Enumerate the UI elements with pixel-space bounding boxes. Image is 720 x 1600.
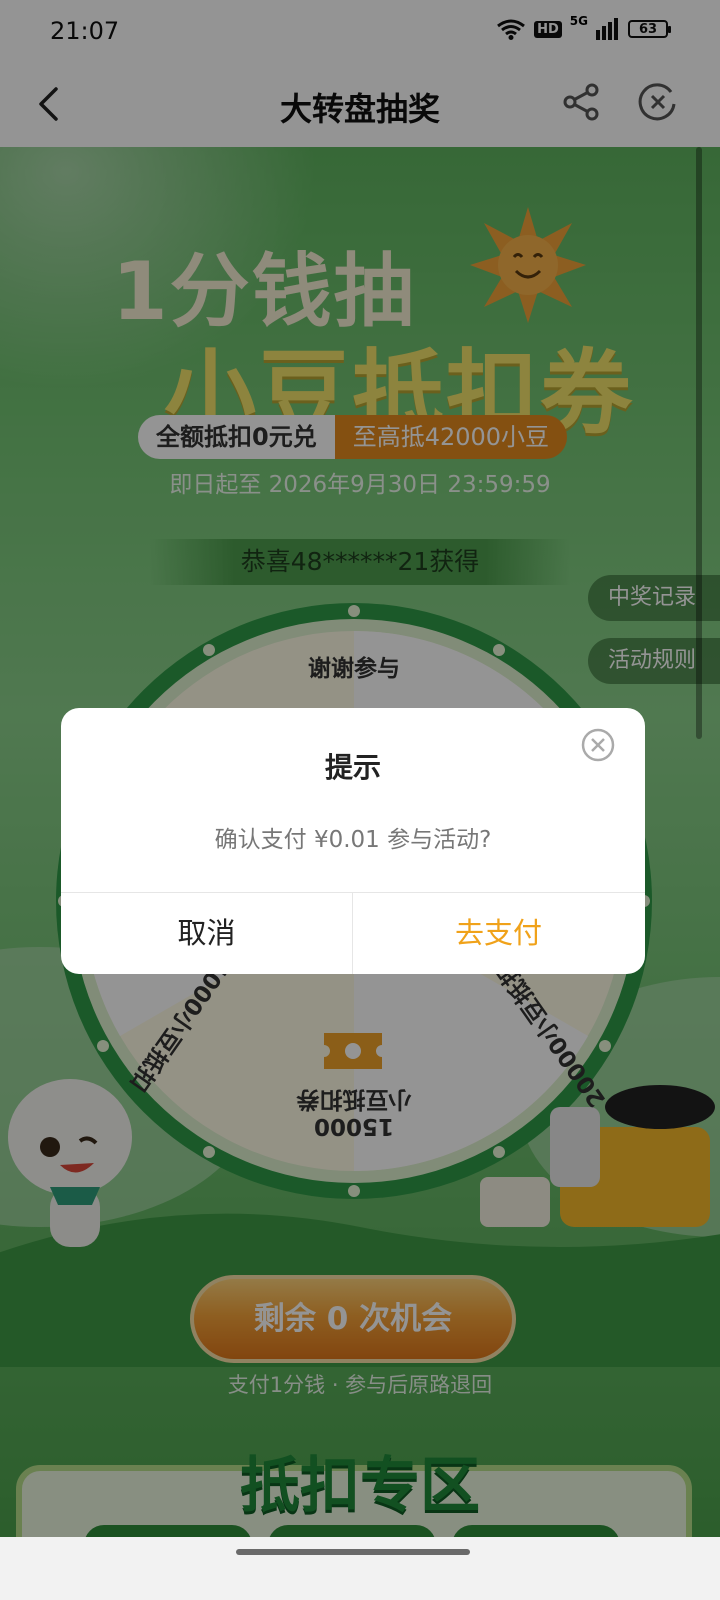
- dialog-message: 确认支付 ¥0.01 参与活动?: [214, 827, 492, 853]
- pay-button[interactable]: 去支付: [353, 893, 644, 974]
- cancel-button[interactable]: 取消: [61, 893, 352, 974]
- payment-confirm-dialog: 提示 确认支付 ¥0.01 参与活动? 取消 去支付: [61, 708, 645, 974]
- home-indicator[interactable]: [236, 1549, 470, 1555]
- dialog-title: 提示: [324, 751, 381, 784]
- system-nav-bar: [0, 1537, 720, 1600]
